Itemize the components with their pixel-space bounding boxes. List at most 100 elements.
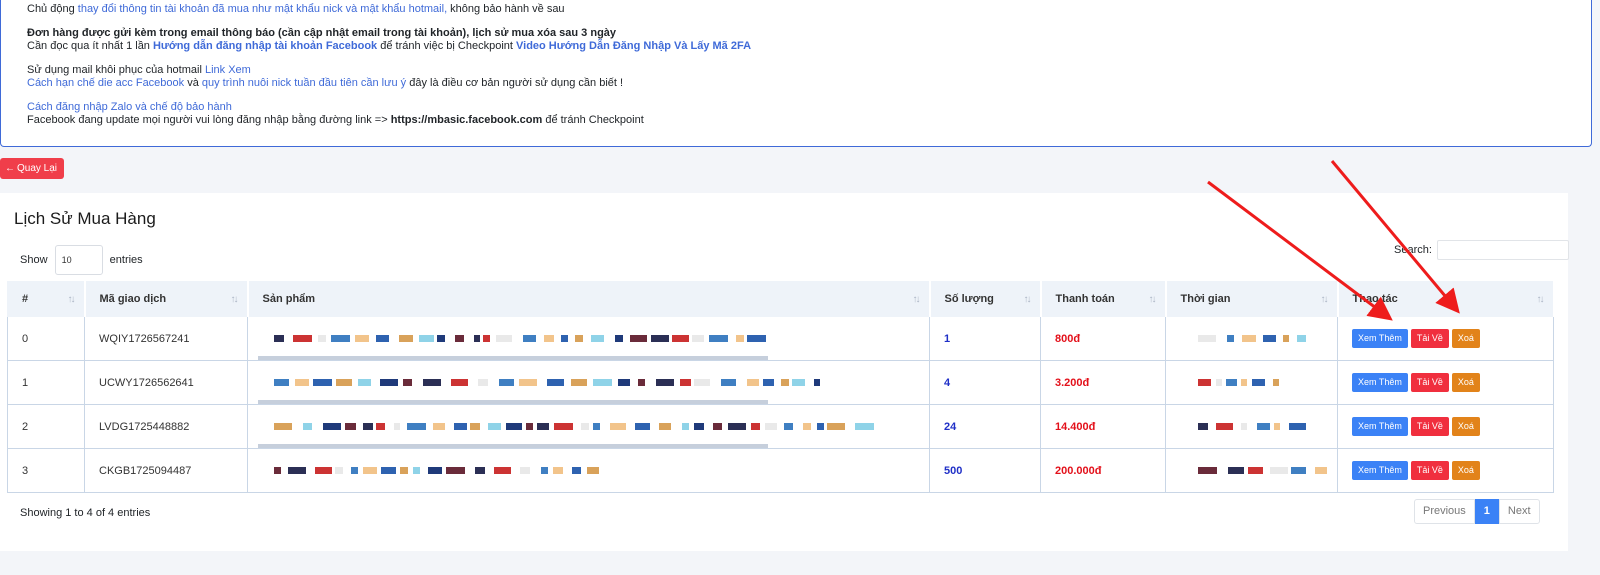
redacted-block: [537, 423, 549, 430]
redacted-block: [553, 467, 563, 474]
notice-line-5: Cách hạn chế die acc Facebook và quy trì…: [27, 77, 624, 89]
next-page-button[interactable]: Next: [1498, 499, 1540, 524]
view-more-button[interactable]: Xem Thêm: [1352, 329, 1408, 348]
redacted-block: [355, 335, 369, 342]
page-1-button[interactable]: 1: [1474, 499, 1499, 524]
redacted-block: [1198, 379, 1211, 386]
redacted-block: [709, 335, 728, 342]
table-row: 2 LVDG1725448882 24 14.400đ Xem Thêm Tải Về Xo…: [7, 404, 1554, 449]
view-more-button[interactable]: Xem Thêm: [1352, 373, 1408, 392]
redacted-block: [1226, 379, 1237, 386]
nick-care-link[interactable]: quy trình nuôi nick tuần đầu tiên cần lư…: [202, 77, 406, 89]
redacted-block: [814, 379, 820, 386]
redacted-block: [1241, 379, 1247, 386]
2fa-video-link[interactable]: Video Hướng Dẫn Đăng Nhập Và Lấy Mã 2FA: [516, 40, 751, 52]
redaction-bar: [258, 356, 768, 360]
redacted-block: [575, 335, 583, 342]
redacted-block: [345, 423, 356, 430]
delete-button[interactable]: Xoá: [1451, 461, 1480, 480]
entries-select[interactable]: 10: [54, 245, 103, 276]
table-row: 0 WQIY1726567241 1 800đ Xem Thêm Tải Về Xoá: [7, 316, 1554, 361]
view-more-button[interactable]: Xem Thêm: [1352, 461, 1408, 480]
redacted-block: [591, 335, 604, 342]
download-button[interactable]: Tải Về: [1410, 461, 1449, 480]
redacted-block: [363, 423, 373, 430]
redacted-block: [520, 467, 530, 474]
download-button[interactable]: Tải Về: [1410, 373, 1449, 392]
col-header-product[interactable]: Sản phẩm ↑↓: [247, 281, 931, 317]
redacted-block: [376, 423, 385, 430]
previous-page-button[interactable]: Previous: [1414, 499, 1475, 524]
download-button[interactable]: Tải Về: [1410, 329, 1449, 348]
col-header-actions[interactable]: Thao tác ↑↓: [1337, 281, 1555, 317]
redacted-block: [736, 335, 744, 342]
recovery-mail-link[interactable]: Link Xem: [205, 64, 251, 76]
row-quantity: 500: [929, 448, 1041, 493]
row-payment: 14.400đ: [1040, 404, 1166, 449]
redacted-block: [587, 467, 599, 474]
notice-line-1: Chủ động thay đổi thông tin tài khoản đã…: [27, 3, 565, 15]
limit-die-link[interactable]: Cách hạn chế die acc Facebook: [27, 77, 184, 89]
redacted-block: [423, 379, 441, 386]
delete-button[interactable]: Xoá: [1451, 417, 1480, 436]
row-actions: Xem Thêm Tải Về Xoá: [1337, 316, 1554, 361]
redacted-block: [454, 423, 467, 430]
sort-icon: ↑↓: [1320, 294, 1329, 305]
row-actions: Xem Thêm Tải Về Xoá: [1337, 404, 1554, 449]
redacted-block: [541, 467, 548, 474]
download-button[interactable]: Tải Về: [1410, 417, 1449, 436]
redacted-block: [437, 335, 445, 342]
redaction-bar: [258, 444, 768, 448]
redacted-block: [1228, 467, 1244, 474]
delete-button[interactable]: Xoá: [1451, 373, 1480, 392]
redacted-block: [747, 379, 759, 386]
table-info: Showing 1 to 4 of 4 entries: [20, 507, 151, 519]
redacted-block: [1283, 335, 1289, 342]
redacted-block: [1216, 379, 1222, 386]
row-actions: Xem Thêm Tải Về Xoá: [1337, 360, 1554, 405]
facebook-login-guide-link[interactable]: Hướng dẫn đăng nhập tài khoản Facebook: [153, 40, 377, 52]
col-header-time[interactable]: Thời gian ↑↓: [1165, 281, 1339, 317]
redacted-block: [381, 467, 396, 474]
redacted-block: [358, 379, 371, 386]
redacted-block: [413, 467, 420, 474]
redacted-block: [428, 467, 442, 474]
redacted-block: [488, 423, 501, 430]
row-product-redacted: [247, 360, 930, 405]
redacted-block: [403, 379, 412, 386]
quantity-value: 24: [944, 420, 957, 433]
notice-line-4: Sử dụng mail khôi phục của hotmail Link …: [27, 64, 251, 76]
page-title: Lịch Sử Mua Hàng: [14, 209, 156, 228]
col-header-code[interactable]: Mã giao dịch ↑↓: [84, 281, 249, 317]
sort-icon: ↑↓: [1536, 294, 1545, 305]
delete-button[interactable]: Xoá: [1451, 329, 1480, 348]
col-header-payment[interactable]: Thanh toán ↑↓: [1040, 281, 1167, 317]
redacted-block: [399, 335, 413, 342]
col-header-quantity[interactable]: Số lượng ↑↓: [929, 281, 1042, 317]
row-payment: 200.000đ: [1040, 448, 1166, 493]
search-input[interactable]: [1436, 240, 1569, 261]
redacted-block: [1270, 467, 1288, 474]
redacted-block: [351, 467, 358, 474]
redacted-block: [1263, 335, 1276, 342]
row-product-redacted: [247, 448, 930, 493]
zalo-login-link[interactable]: Cách đăng nhập Zalo và chế độ bảo hành: [27, 101, 232, 113]
purchase-history-card: Lịch Sử Mua Hàng Show 10 entries Search:…: [0, 193, 1569, 551]
notice-line-7: Facebook đang update mọi người vui lòng …: [27, 114, 644, 126]
redacted-block: [288, 467, 306, 474]
redacted-block: [694, 379, 710, 386]
redacted-block: [680, 379, 691, 386]
change-info-link[interactable]: thay đổi thông tin tài khoản đã mua như …: [78, 3, 447, 15]
view-more-button[interactable]: Xem Thêm: [1352, 417, 1408, 436]
payment-value: 3.200đ: [1055, 376, 1090, 389]
entries-length-control: Show 10 entries: [20, 245, 143, 276]
col-header-index[interactable]: # ↑↓: [7, 281, 86, 317]
redacted-block: [293, 335, 312, 342]
back-button[interactable]: ← Quay Lại: [0, 158, 64, 179]
redacted-block: [1248, 467, 1263, 474]
arrow-left-icon: ←: [5, 163, 15, 174]
row-payment: 3.200đ: [1040, 360, 1166, 405]
redacted-block: [274, 467, 281, 474]
notice-panel: Chủ động thay đổi thông tin tài khoản đã…: [0, 0, 1592, 147]
redacted-block: [827, 423, 845, 430]
